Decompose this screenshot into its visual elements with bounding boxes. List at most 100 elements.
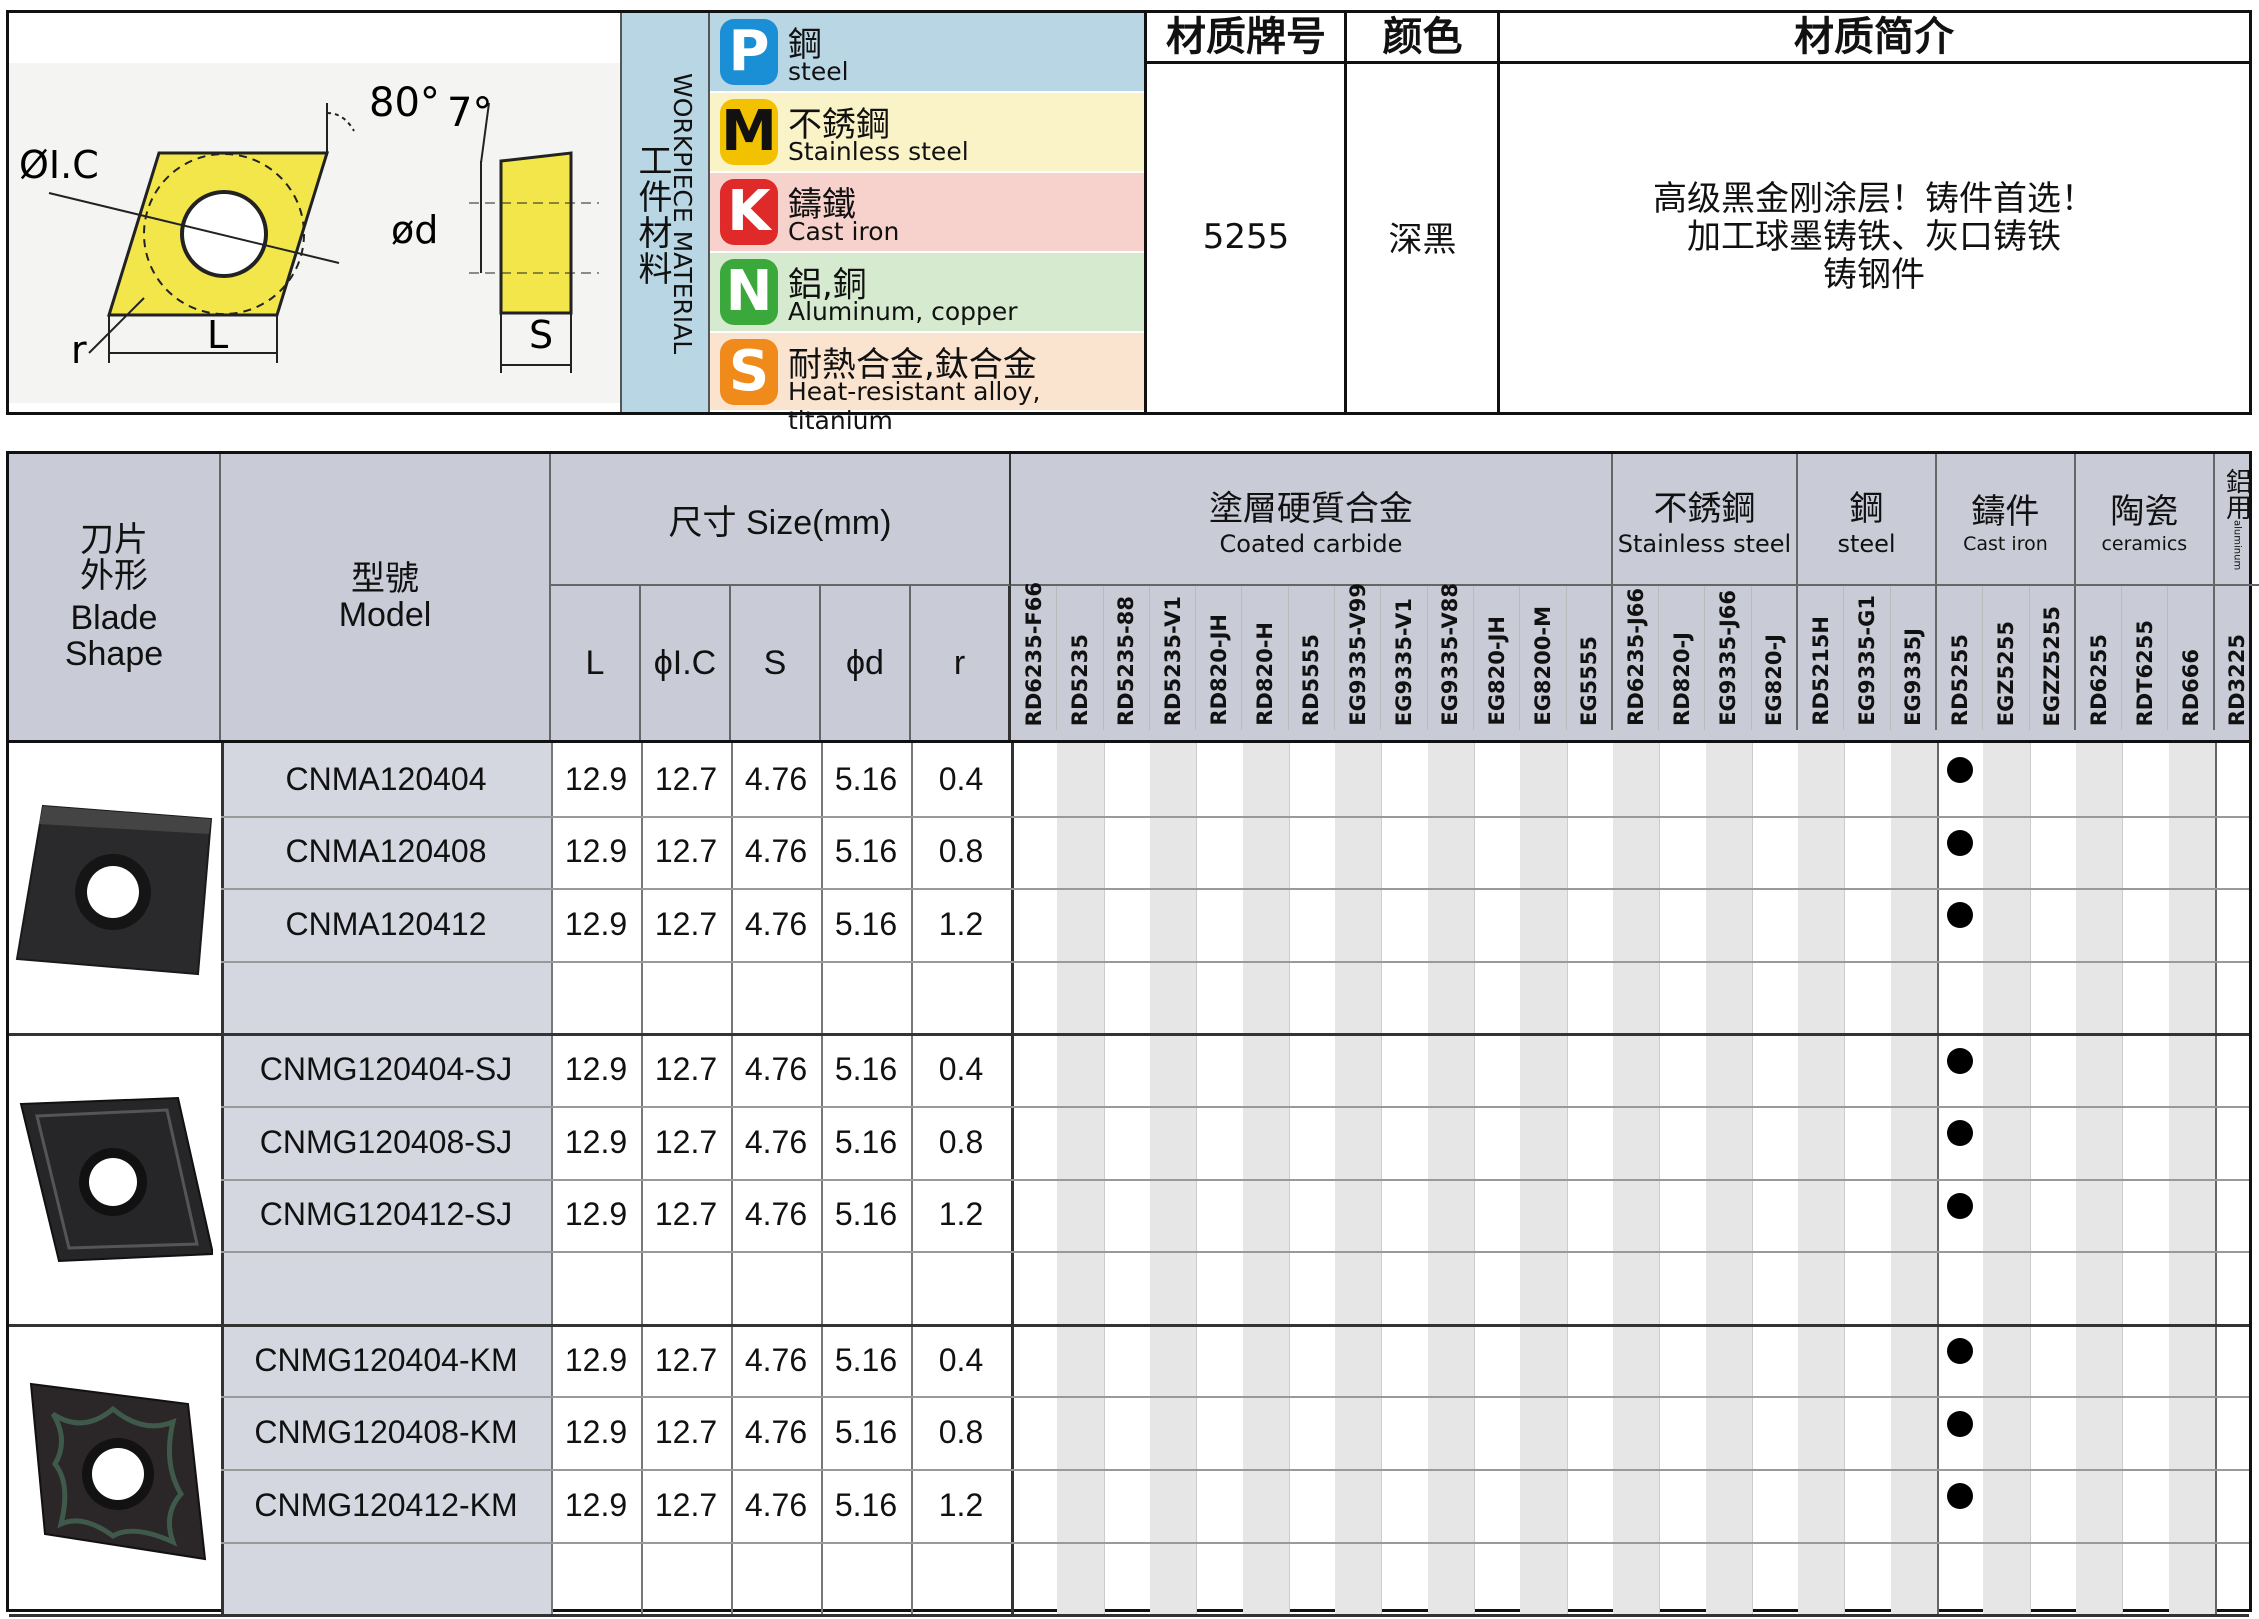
table-row: CNMA120404 12.9 12.7 4.76 5.16 0.4 — [221, 743, 2249, 816]
size-cell-s: 4.76 — [744, 1196, 808, 1233]
grade-value: 5255 — [1202, 216, 1290, 257]
grade-label: RD5235-88 — [1114, 596, 1139, 726]
size-col-header: L — [551, 586, 641, 740]
cnmg-km-insert-image — [29, 1382, 207, 1561]
size-cell-d: 5.16 — [834, 760, 898, 797]
material-row-k: K 鑄鐵 Cast iron — [710, 173, 1146, 253]
insert-side-view — [499, 151, 573, 315]
model-cell — [221, 1251, 551, 1324]
grade-col-header: RD3225 — [2215, 586, 2259, 730]
grade-label: EGZ5255 — [1993, 620, 2018, 726]
grade-col-header: EG9335-G1 — [1844, 586, 1891, 730]
size-cell-r — [911, 1542, 1011, 1615]
size-col-header: ϕI.C — [641, 586, 731, 740]
model-cell: CNMG120412-SJ — [259, 1196, 513, 1233]
svg-text:7°: 7° — [447, 90, 492, 136]
grade-col-header: RD5255 — [1937, 586, 1984, 730]
availability-dot — [1947, 829, 1974, 856]
size-cell-r: 1.2 — [938, 1196, 984, 1233]
grade-group-header: 不銹鋼 Stainless steel — [1612, 454, 1799, 586]
grade-group-header: 鑄件 Cast iron — [1937, 454, 2076, 586]
size-header: 尺寸 Size(mm) — [551, 454, 1011, 586]
grade-header: 材质牌号 — [1146, 13, 1346, 64]
grade-col-header: RD820-JH — [1196, 586, 1243, 730]
group-name-cn: 不銹鋼 — [1653, 488, 1756, 529]
group-name-cn: 陶瓷 — [2110, 491, 2179, 532]
grade-group-header: 陶瓷 ceramics — [2075, 454, 2215, 586]
material-badge: M — [720, 99, 778, 165]
grade-label: RD6235-F66 — [1021, 581, 1046, 726]
grade-col-header: EG8200-M — [1520, 586, 1567, 730]
size-cell-s: 4.76 — [744, 1123, 808, 1160]
availability-dot — [1947, 1410, 1974, 1437]
grade-col-header: RD5235-88 — [1104, 586, 1150, 730]
blade-shape-header-cn: 刀片 外形 — [80, 521, 148, 595]
size-cell-l: 12.9 — [564, 1414, 628, 1451]
availability-dot — [1947, 1483, 1974, 1510]
grade-label: EG9335-V99 — [1345, 583, 1370, 726]
model-header-en: Model — [338, 596, 432, 634]
size-cell-r: 0.4 — [938, 1051, 984, 1088]
blade-shape-header-en: Blade Shape — [64, 599, 164, 673]
size-cell-d: 5.16 — [834, 1414, 898, 1451]
grade-col-header: EG9335-V88 — [1428, 583, 1474, 730]
grade-label: EG9335-J66 — [1716, 590, 1741, 726]
size-cell-l: 12.9 — [564, 1341, 628, 1378]
size-cell-s: 4.76 — [744, 1486, 808, 1523]
material-row-s: S 耐熱合金,鈦合金 Heat-resistant alloy, titanium — [710, 333, 1146, 435]
size-cell-r: 0.8 — [938, 1123, 984, 1160]
model-cell: CNMG120408-KM — [254, 1414, 518, 1451]
size-col-header: r — [911, 586, 1011, 740]
svg-text:ØI.C: ØI.C — [19, 143, 99, 187]
size-cell-l — [551, 961, 641, 1034]
grade-col-header: RD5235-V1 — [1150, 586, 1197, 730]
size-cell-l: 12.9 — [564, 905, 628, 942]
size-cell-r: 0.8 — [938, 1414, 984, 1451]
size-cell-l: 12.9 — [564, 760, 628, 797]
model-cell — [221, 961, 551, 1034]
grade-label: EG9335-V1 — [1392, 597, 1417, 726]
grade-col-header: EG820-JH — [1474, 586, 1521, 730]
color-value: 深黑 — [1388, 220, 1457, 260]
grade-col-header: RD6255 — [2076, 586, 2123, 730]
grade-col-header: EGZ5255 — [1983, 586, 2030, 730]
material-row-n: N 鋁,銅 Aluminum, copper — [710, 253, 1146, 333]
size-cell-l: 12.9 — [564, 833, 628, 870]
grade-label: RD820-J — [1669, 632, 1694, 726]
group-name-en: ceramics — [2101, 532, 2188, 555]
model-cell: CNMG120408-SJ — [259, 1123, 513, 1160]
grade-group-header: 鋼 steel — [1798, 454, 1937, 586]
grade-label: RD6255 — [2086, 633, 2111, 726]
size-cell-r: 0.4 — [938, 1341, 984, 1378]
size-cell-ic: 12.7 — [654, 1196, 718, 1233]
material-badge: P — [720, 19, 778, 85]
size-cell-r: 1.2 — [938, 1486, 984, 1523]
group-name-en: Cast iron — [1963, 532, 2048, 555]
size-cell-d — [821, 1251, 911, 1324]
size-cell-ic: 12.7 — [654, 1051, 718, 1088]
size-cell-ic: 12.7 — [654, 1414, 718, 1451]
material-badge: N — [720, 259, 778, 325]
svg-text:80°: 80° — [369, 80, 440, 126]
grade-label: EG820-JH — [1484, 616, 1509, 726]
cnmg-sj-insert-image — [19, 1096, 213, 1263]
table-row: CNMG120412-SJ 12.9 12.7 4.76 5.16 1.2 — [221, 1179, 2249, 1252]
model-header-cn: 型號 — [351, 560, 419, 598]
size-cell-ic: 12.7 — [654, 833, 718, 870]
grade-label: RD820-JH — [1206, 614, 1231, 726]
size-cell-r: 1.2 — [938, 905, 984, 942]
size-cell-ic: 12.7 — [654, 1123, 718, 1160]
table-row: CNMA120412 12.9 12.7 4.76 5.16 1.2 — [221, 888, 2249, 961]
insert-drawing: 80° 7° ØI.C ød r L S — [9, 63, 620, 403]
grade-label: EG9335-G1 — [1855, 595, 1880, 726]
material-row-m: M 不銹鋼 Stainless steel — [710, 93, 1146, 173]
grade-label: EGZZ5255 — [2039, 605, 2064, 726]
grade-col-header: EG5555 — [1567, 586, 1613, 730]
size-cell-l: 12.9 — [564, 1486, 628, 1523]
group-name-cn: 鋼 — [1849, 488, 1884, 529]
grade-label: RD5555 — [1299, 633, 1324, 726]
color-header: 颜色 — [1346, 13, 1499, 64]
grade-col-header: EG9335-V99 — [1335, 583, 1382, 730]
size-cell-ic: 12.7 — [654, 1486, 718, 1523]
grade-group-header: 塗層硬質合金 Coated carbide — [1011, 454, 1613, 586]
